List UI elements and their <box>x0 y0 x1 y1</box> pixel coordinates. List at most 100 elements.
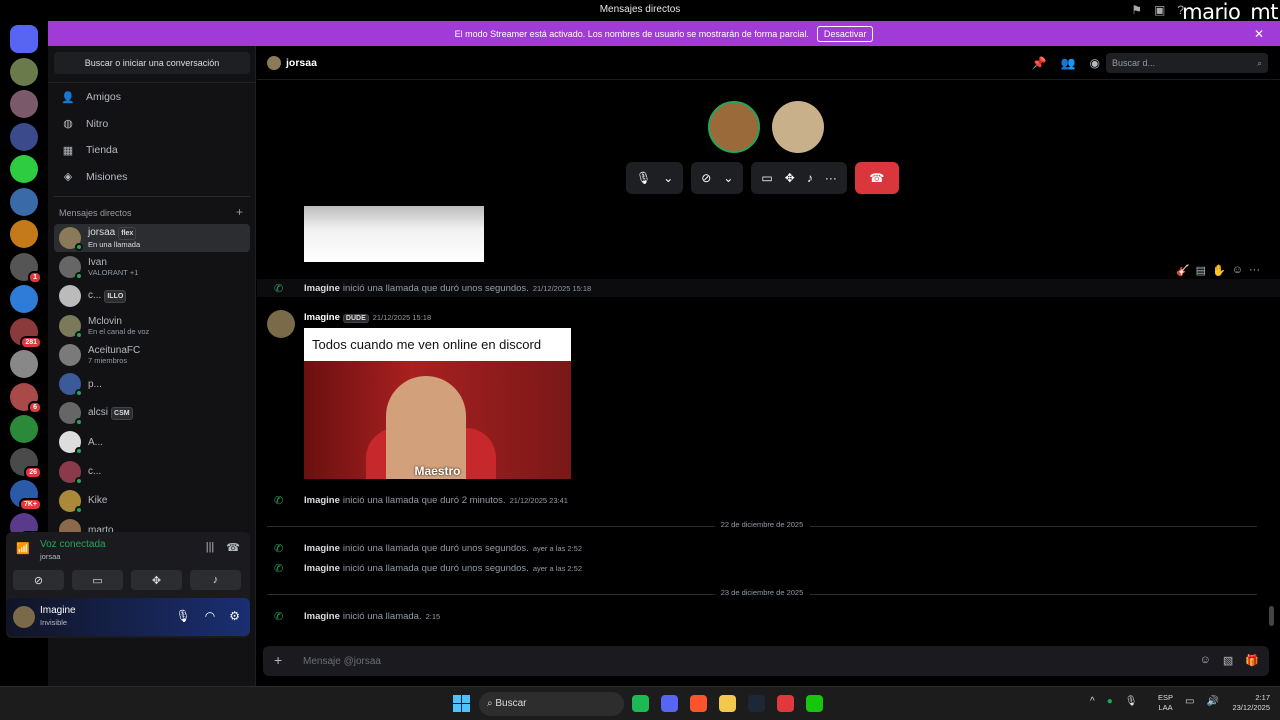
screen-share-icon[interactable]: ▭ <box>761 171 772 185</box>
upload-plus-icon[interactable]: + <box>274 652 282 668</box>
dm-item[interactable]: p... <box>54 370 250 398</box>
taskbar-app-icon[interactable] <box>748 695 765 712</box>
microphone-icon[interactable]: 🎙 <box>636 171 651 185</box>
image-attachment[interactable] <box>304 206 484 262</box>
network-icon[interactable]: ▭ <box>1185 696 1194 707</box>
emoji-icon[interactable]: ☺ <box>1200 654 1211 667</box>
gift-icon[interactable]: 🎁 <box>1245 654 1259 667</box>
dm-item[interactable]: Ivan VALORANT +1 <box>54 253 250 281</box>
camera-button[interactable]: ⊘ <box>13 570 64 590</box>
soundboard-button[interactable]: ♪ <box>190 570 241 590</box>
noise-suppression-icon[interactable]: ||| <box>206 541 215 554</box>
server-icon[interactable] <box>10 350 38 378</box>
scrollbar[interactable] <box>1269 606 1274 626</box>
pin-icon[interactable]: 📌 <box>1032 56 1047 70</box>
status-dot-icon[interactable]: ● <box>1107 696 1113 707</box>
call-log-message[interactable]: ✆ Imagine inició una llamada que duró 2 mi… <box>274 491 568 509</box>
chevron-up-icon[interactable]: ^ <box>1090 696 1095 707</box>
gif-attachment[interactable]: Todos cuando me ven online en discord Ma… <box>304 328 571 479</box>
server-icon[interactable]: 281 <box>10 317 42 349</box>
voice-status[interactable]: Voz conectada <box>40 539 106 550</box>
microphone-icon[interactable]: 🎙 <box>1125 696 1138 707</box>
settings-gear-icon[interactable]: ⚙ <box>229 609 240 623</box>
disable-streamer-button[interactable]: Desactivar <box>816 25 874 42</box>
screen-share-button[interactable]: ▭ <box>72 570 123 590</box>
dm-item[interactable]: alcsi CSM <box>54 399 250 427</box>
avatar[interactable] <box>13 606 35 628</box>
add-reaction-icon[interactable]: ☺ <box>1232 264 1243 277</box>
taskbar-app-icon[interactable] <box>777 695 794 712</box>
taskbar-search[interactable]: ⌕ Buscar <box>479 692 624 716</box>
language-indicator[interactable]: ESP LAA <box>1158 693 1173 713</box>
discord-home-icon[interactable] <box>10 25 38 53</box>
dm-item[interactable]: c... <box>54 458 250 486</box>
call-participant-avatar[interactable] <box>772 101 824 153</box>
server-icon[interactable] <box>10 122 38 151</box>
user-panel[interactable]: Imagine Invisible 🎙 ◠ ⚙ <box>6 598 250 636</box>
avatar[interactable] <box>267 310 295 338</box>
taskbar-app-icon[interactable] <box>690 695 707 712</box>
server-icon[interactable] <box>10 155 38 183</box>
chevron-down-icon[interactable]: ⌄ <box>723 171 733 185</box>
dm-item[interactable]: Kike <box>54 487 250 515</box>
server-icon[interactable]: 26 <box>10 447 42 479</box>
camera-group[interactable]: ⊘ ⌄ <box>691 162 744 194</box>
nav-item-nitro[interactable]: ◍ Nitro <box>54 111 250 137</box>
reaction-icon[interactable]: 🎸 <box>1176 264 1190 277</box>
server-icon[interactable] <box>10 57 38 86</box>
activities-icon[interactable]: ✥ <box>785 171 795 185</box>
server-icon[interactable] <box>10 415 38 443</box>
nav-item-amigos[interactable]: 👤 Amigos <box>54 84 250 110</box>
add-friends-icon[interactable]: 👥 <box>1061 56 1076 70</box>
call-participant-avatar[interactable] <box>708 101 760 153</box>
activities-button[interactable]: ✥ <box>131 570 182 590</box>
call-log-message[interactable]: ✆ Imagine inició una llamada que duró unos… <box>274 559 582 577</box>
close-icon[interactable]: ✕ <box>1254 27 1264 41</box>
reaction-icon[interactable]: ✋ <box>1212 264 1226 277</box>
server-icon[interactable]: 1 <box>10 252 42 284</box>
profile-icon[interactable]: ◉ <box>1090 56 1100 70</box>
server-icon[interactable] <box>10 187 38 216</box>
inbox-icon[interactable]: ▣ <box>1154 3 1165 17</box>
camera-off-icon[interactable]: ⊘ <box>701 171 711 185</box>
volume-icon[interactable]: 🔊 <box>1206 696 1218 707</box>
taskbar-app-icon[interactable] <box>806 695 823 712</box>
mic-group[interactable]: 🎙 ⌄ <box>626 162 684 194</box>
dm-item[interactable]: jorsaa flex En una llamada <box>54 224 250 252</box>
taskbar-app-icon[interactable] <box>632 695 649 712</box>
taskbar-app-icon[interactable] <box>719 695 736 712</box>
soundboard-icon[interactable]: ♪ <box>807 171 813 185</box>
search-input[interactable]: Buscar d... ⌕ <box>1106 53 1268 73</box>
hang-up-button[interactable]: ☎ <box>854 162 899 194</box>
chevron-down-icon[interactable]: ⌄ <box>663 171 673 185</box>
signal-icon[interactable]: 📶 <box>16 542 30 555</box>
chat-title[interactable]: jorsaa <box>286 57 317 69</box>
call-log-message[interactable]: ✆ Imagine inició una llamada. 2:15 <box>274 607 440 625</box>
message-input[interactable] <box>303 652 1103 670</box>
nav-item-misiones[interactable]: ◈ Misiones <box>54 164 250 190</box>
headphones-icon[interactable]: ◠ <box>205 609 215 623</box>
create-dm-icon[interactable]: + <box>236 205 243 219</box>
server-icon[interactable] <box>10 285 38 313</box>
server-icon[interactable] <box>10 220 38 248</box>
server-icon[interactable] <box>10 90 38 118</box>
taskbar-app-icon[interactable] <box>661 695 678 712</box>
disconnect-icon[interactable]: ☎ <box>226 541 240 554</box>
more-icon[interactable]: ··· <box>1249 264 1260 277</box>
dm-item[interactable]: c... ILLO <box>54 282 250 310</box>
server-icon[interactable]: 6 <box>10 382 42 414</box>
clock[interactable]: 2:17 23/12/2025 <box>1232 693 1270 713</box>
more-icon[interactable]: ··· <box>825 171 837 185</box>
reaction-icon[interactable]: ▤ <box>1196 264 1206 277</box>
dm-item[interactable]: A... <box>54 428 250 456</box>
find-conversation-button[interactable]: Buscar o iniciar una conversación <box>54 52 250 74</box>
call-log-message[interactable]: ✆ Imagine inició una llamada que duró unos… <box>274 539 582 557</box>
sticker-icon[interactable]: ▧ <box>1223 654 1233 667</box>
message-author[interactable]: Imagine DUDE 21/12/2025 15:18 <box>304 312 431 323</box>
microphone-icon[interactable]: 🎙 <box>176 609 191 623</box>
server-icon[interactable]: 7K+ <box>10 480 42 511</box>
nav-item-tienda[interactable]: ▦ Tienda <box>54 137 250 163</box>
windows-start-icon[interactable] <box>453 695 470 712</box>
dm-item[interactable]: AceitunaFC 7 miembros <box>54 341 250 369</box>
flag-icon[interactable]: ⚑ <box>1131 3 1142 17</box>
